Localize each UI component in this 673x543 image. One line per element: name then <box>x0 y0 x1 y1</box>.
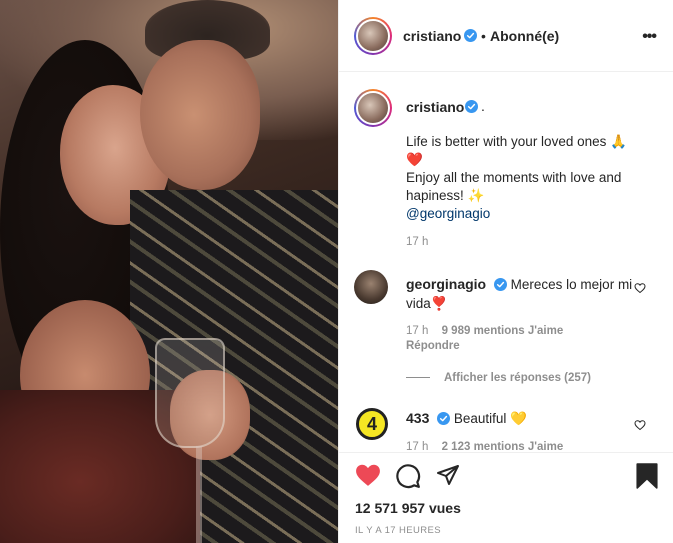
commenter-avatar[interactable] <box>354 270 388 304</box>
caption-mention-link[interactable]: @georginagio <box>406 205 646 223</box>
caption-line: Life is better with your loved ones 🙏 <box>406 134 627 149</box>
author-username[interactable]: cristiano <box>403 28 461 44</box>
video-wine-glass <box>155 338 225 448</box>
view-replies-label: Afficher les réponses (257) <box>444 372 592 384</box>
verified-badge-icon <box>493 278 507 291</box>
comment-body: georginagio Mereces lo mejor mi vida❣️ <box>406 275 636 313</box>
bookmark-icon[interactable] <box>636 463 658 489</box>
follow-status-button[interactable]: Abonné(e) <box>490 28 559 44</box>
comment-text: Beautiful 💛 <box>453 411 527 426</box>
reply-button[interactable]: Répondre <box>406 340 460 352</box>
view-count[interactable]: 12 571 957 vues <box>355 500 461 516</box>
comment-body: 433 Beautiful 💛 <box>406 410 527 427</box>
caption-suffix: . <box>481 98 485 114</box>
comment-icon[interactable] <box>395 463 421 489</box>
video-glass-stem <box>196 446 202 543</box>
more-options-icon[interactable]: ••• <box>642 28 657 46</box>
comment-like-heart-icon[interactable] <box>634 282 646 294</box>
post-video[interactable] <box>0 0 338 543</box>
comment-like-count[interactable]: 2 123 mentions J'aime <box>442 441 564 452</box>
verified-badge-icon <box>465 100 478 113</box>
verified-badge-icon <box>464 29 477 42</box>
view-replies-button[interactable]: Afficher les réponses (257) <box>406 372 591 384</box>
caption-username[interactable]: cristiano <box>406 99 464 115</box>
comment-timestamp[interactable]: 17 h <box>406 325 428 337</box>
comments-section[interactable]: cristiano . Life is better with your lov… <box>339 73 673 452</box>
commenter-avatar[interactable]: 4 <box>356 408 388 440</box>
comment-like-count[interactable]: 9 989 mentions J'aime <box>442 325 564 337</box>
post-header: cristiano • Abonné(e) ••• <box>339 0 673 72</box>
replies-divider-line <box>406 377 430 379</box>
caption-line: ❤️ <box>406 152 423 167</box>
post-timestamp[interactable]: IL Y A 17 HEURES <box>355 525 441 536</box>
share-icon[interactable] <box>435 463 461 487</box>
caption-timestamp[interactable]: 17 h <box>406 236 428 248</box>
post-side-panel: cristiano • Abonné(e) ••• cristiano . Li… <box>338 0 673 543</box>
comment-meta: 17 h 9 989 mentions J'aime <box>406 325 563 337</box>
author-avatar[interactable] <box>354 17 392 55</box>
comment-like-heart-icon[interactable] <box>634 419 646 431</box>
caption-line: Enjoy all the moments with love and hapi… <box>406 170 622 203</box>
like-heart-icon[interactable] <box>355 463 381 487</box>
verified-badge-icon <box>437 412 451 425</box>
commenter-username[interactable]: 433 <box>406 410 429 426</box>
post-actions-bar: 12 571 957 vues IL Y A 17 HEURES <box>339 452 673 543</box>
video-figure-face-right <box>140 40 260 190</box>
caption-avatar[interactable] <box>354 89 392 127</box>
commenter-username[interactable]: georginagio <box>406 276 486 292</box>
comment-meta: 17 h 2 123 mentions J'aime <box>406 441 563 452</box>
header-separator-dot: • <box>481 28 486 44</box>
caption-text: Life is better with your loved ones 🙏 ❤️… <box>406 133 646 223</box>
comment-timestamp[interactable]: 17 h <box>406 441 428 452</box>
